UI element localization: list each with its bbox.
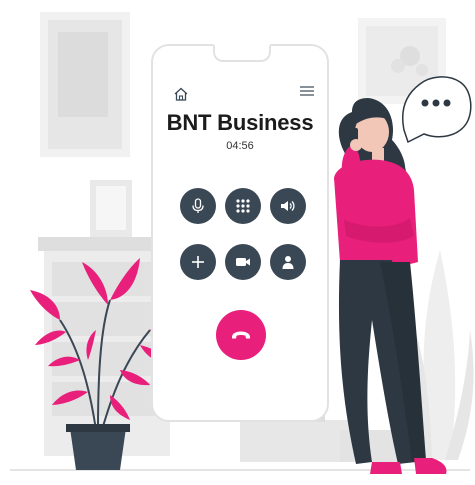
microphone-icon bbox=[192, 198, 204, 213]
menu-icon[interactable] bbox=[299, 84, 315, 98]
contact-person-icon bbox=[282, 256, 294, 269]
home-icon[interactable] bbox=[173, 86, 189, 102]
end-call-icon bbox=[232, 331, 250, 339]
end-call-button[interactable] bbox=[216, 310, 266, 360]
small-photo-frame bbox=[90, 180, 132, 238]
plus-icon bbox=[192, 256, 204, 268]
contact-name: BNT Business bbox=[166, 110, 314, 135]
speaker-icon bbox=[281, 201, 295, 211]
video-button[interactable] bbox=[225, 244, 261, 280]
phone-screen: BNT Business 04:56 bbox=[151, 44, 329, 422]
mute-button[interactable] bbox=[180, 188, 216, 224]
add-call-button[interactable] bbox=[180, 244, 216, 280]
keypad-button[interactable] bbox=[225, 188, 261, 224]
wall-picture-left bbox=[40, 12, 130, 157]
contacts-button[interactable] bbox=[270, 244, 306, 280]
call-duration: 04:56 bbox=[226, 140, 254, 152]
ellipsis-icon bbox=[421, 99, 429, 107]
keypad-icon bbox=[236, 199, 250, 213]
speaker-button[interactable] bbox=[270, 188, 306, 224]
phone-notch bbox=[213, 44, 271, 62]
video-camera-icon bbox=[236, 258, 250, 266]
